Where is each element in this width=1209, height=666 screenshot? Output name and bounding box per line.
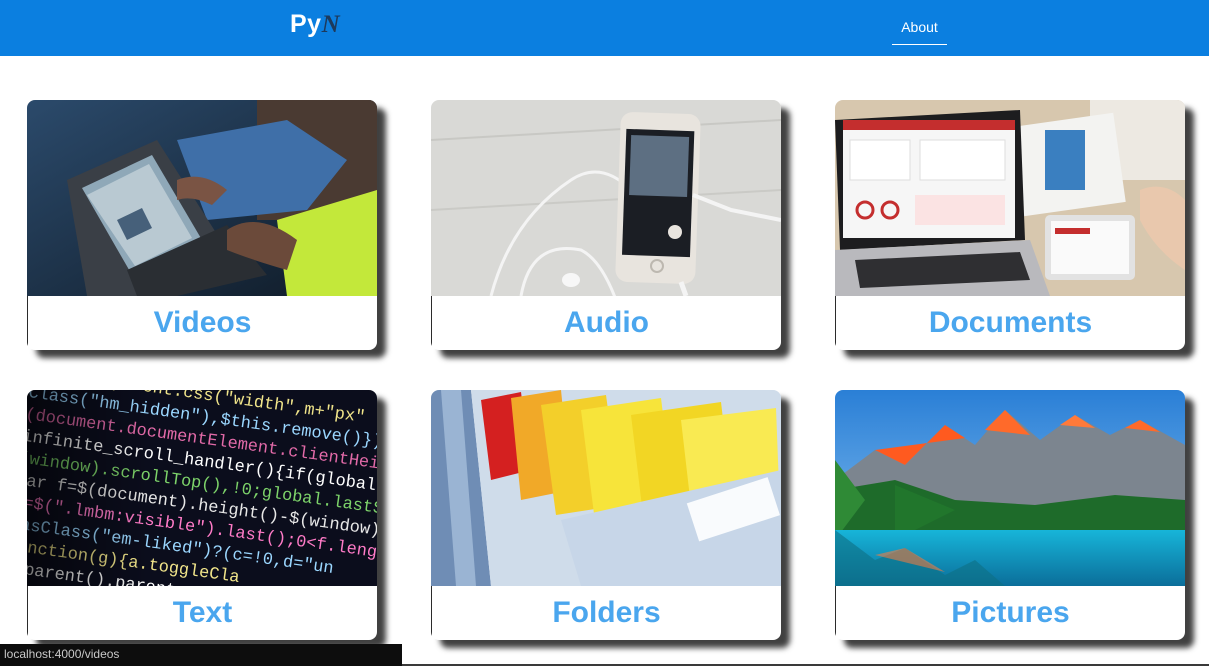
nav-about-link[interactable]: About xyxy=(892,10,947,45)
card-videos[interactable]: Videos xyxy=(27,100,377,350)
top-navbar: PyN About xyxy=(0,0,1209,56)
videos-thumbnail-image xyxy=(27,100,377,296)
card-label-text: Text xyxy=(27,586,377,640)
card-audio[interactable]: Audio xyxy=(431,100,781,350)
text-thumbnail-image: ight();$parent.css("width",m+"px" Class(… xyxy=(27,390,377,586)
brand-accent-text: N xyxy=(321,11,341,38)
card-label-pictures: Pictures xyxy=(835,586,1185,640)
card-pictures[interactable]: Pictures xyxy=(835,390,1185,640)
card-label-audio: Audio xyxy=(431,296,781,350)
brand-main-text: Py xyxy=(290,10,322,38)
brand-logo-link[interactable]: PyN xyxy=(290,10,340,39)
status-bar-url: localhost:4000/videos xyxy=(0,644,402,666)
pictures-thumbnail-image xyxy=(835,390,1185,586)
card-folders[interactable]: Folders xyxy=(431,390,781,640)
card-label-videos: Videos xyxy=(27,296,377,350)
documents-thumbnail-image xyxy=(835,100,1185,296)
audio-thumbnail-image xyxy=(431,100,781,296)
folders-thumbnail-image xyxy=(431,390,781,586)
card-label-documents: Documents xyxy=(835,296,1185,350)
card-text[interactable]: ight();$parent.css("width",m+"px" Class(… xyxy=(27,390,377,640)
card-documents[interactable]: Documents xyxy=(835,100,1185,350)
card-label-folders: Folders xyxy=(431,586,781,640)
